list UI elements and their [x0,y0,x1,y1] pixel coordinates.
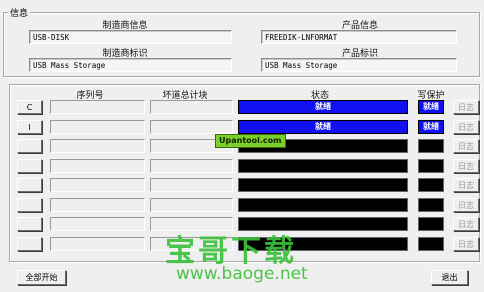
serial-cell [50,159,145,173]
serial-cell [50,198,145,212]
drive-letter-button[interactable] [17,217,42,231]
log-button[interactable]: 日志 [453,237,479,251]
manufacturer-id-field: USB Mass Storage [29,58,232,72]
product-info-field: FREEDIK-LNFORMAT [261,30,457,44]
log-button[interactable]: 日志 [453,217,479,231]
serial-cell [50,217,145,231]
write-protect-indicator [418,178,444,192]
drive-letter-button[interactable] [17,198,42,212]
bad-blocks-cell [150,100,233,114]
bad-blocks-cell [150,120,233,134]
serial-cell [50,100,145,114]
log-button[interactable]: 日志 [453,178,479,192]
write-protect-indicator [418,198,444,212]
manufacturer-info-field: USB-DISK [29,30,232,44]
serial-cell [50,120,145,134]
drive-letter-button[interactable] [17,237,42,251]
status-bar [238,178,408,192]
product-id-field: USB Mass Storage [261,58,457,72]
drive-letter-button[interactable]: I [17,120,42,134]
drive-letter-button[interactable]: C [17,100,42,114]
serial-cell [50,237,145,251]
write-protect-indicator: 就绪 [418,120,444,134]
url-watermark: www.baoge.net [176,264,308,284]
site-watermark-tag: Upantool.com [215,134,286,148]
exit-button[interactable]: 退出 [431,270,468,285]
write-protect-indicator: 就绪 [418,100,444,114]
log-button[interactable]: 日志 [453,120,479,134]
write-protect-indicator [418,139,444,153]
write-protect-indicator [418,217,444,231]
bad-blocks-cell [150,198,233,212]
log-button[interactable]: 日志 [453,159,479,173]
status-bar: 就绪 [238,100,408,114]
write-protect-indicator [418,237,444,251]
bad-blocks-cell [150,178,233,192]
bad-blocks-cell [150,159,233,173]
write-protect-indicator [418,159,444,173]
status-bar [238,159,408,173]
log-button[interactable]: 日志 [453,139,479,153]
status-bar: 就绪 [238,120,408,134]
log-button[interactable]: 日志 [453,198,479,212]
status-bar [238,198,408,212]
serial-cell [50,178,145,192]
serial-cell [50,139,145,153]
drive-letter-button[interactable] [17,159,42,173]
start-all-button[interactable]: 全部开始 [17,270,66,285]
info-group-label: 信息 [8,6,31,19]
log-button[interactable]: 日志 [453,100,479,114]
drive-letter-button[interactable] [17,139,42,153]
drive-letter-button[interactable] [17,178,42,192]
